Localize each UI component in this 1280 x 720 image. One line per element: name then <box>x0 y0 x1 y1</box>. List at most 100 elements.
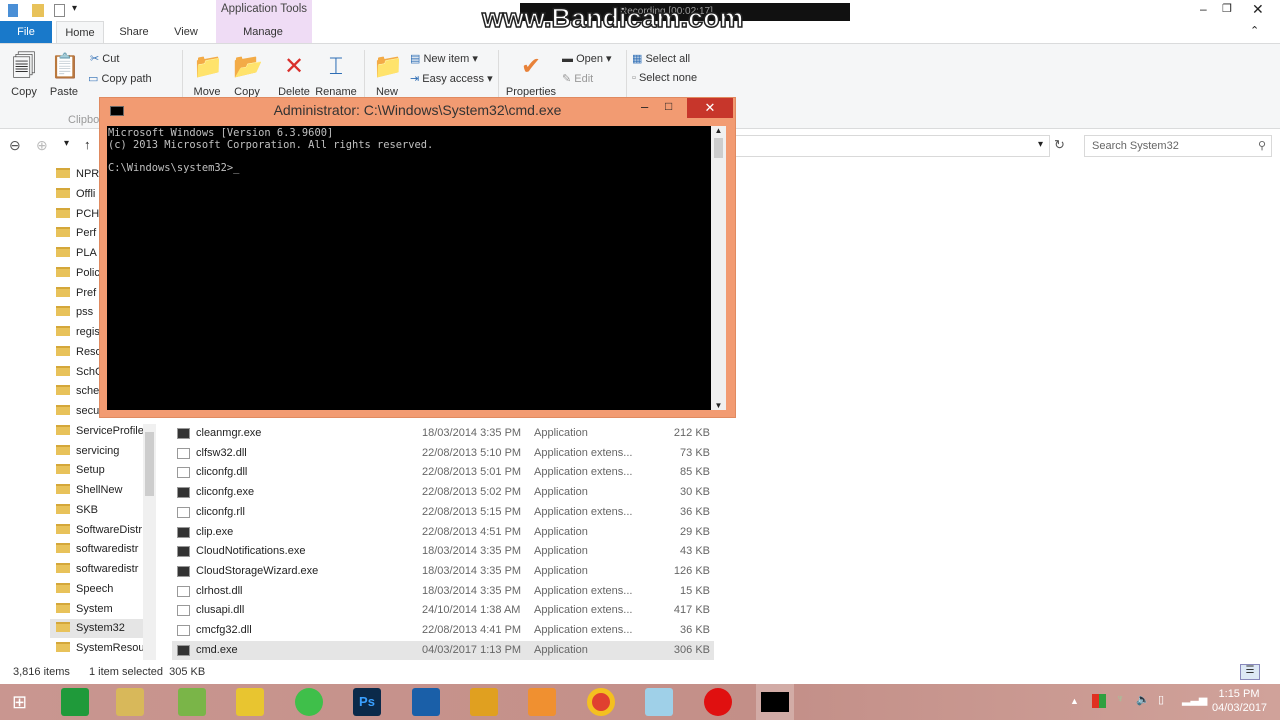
file-row[interactable]: CloudNotifications.exe 18/03/2014 3:35 PM… <box>172 542 714 561</box>
folder-icon <box>56 464 70 475</box>
open-button[interactable]: ▬ Open ▾ <box>562 52 612 65</box>
taskbar-cmd-button[interactable] <box>756 684 794 720</box>
scissors-icon: ✂ <box>90 53 100 65</box>
nav-item[interactable]: softwaredistr <box>56 540 144 559</box>
close-button[interactable]: ✕ <box>1252 1 1264 18</box>
copy-to-button[interactable]: 📂 Copy <box>230 52 264 98</box>
start-button[interactable]: ⊞ <box>12 692 27 713</box>
tab-share[interactable]: Share <box>112 21 156 43</box>
taskbar-app-icon[interactable] <box>178 688 206 716</box>
select-all-icon: ▦ <box>632 53 643 65</box>
cmd-scrollbar[interactable]: ▲ ▼ <box>711 126 726 410</box>
file-list-scrollbar[interactable] <box>1270 150 1280 670</box>
tray-network-icon[interactable]: ♆ <box>1116 693 1124 705</box>
taskbar-app5-icon[interactable] <box>645 688 673 716</box>
taskbar-app3-icon[interactable] <box>470 688 498 716</box>
up-button[interactable]: ↑ <box>84 137 91 152</box>
taskbar-file-explorer-icon[interactable] <box>116 688 144 716</box>
select-none-button[interactable]: ▫ Select none <box>632 72 697 84</box>
tab-file[interactable]: File <box>0 21 52 43</box>
details-view-button[interactable]: ☰ <box>1240 664 1260 680</box>
move-to-button[interactable]: 📁 Move <box>190 52 224 98</box>
file-row[interactable]: CloudStorageWizard.exe 18/03/2014 3:35 PM… <box>172 562 714 581</box>
nav-item[interactable]: System32 <box>50 619 150 639</box>
search-input[interactable]: Search System32 ⚲ <box>1084 135 1272 157</box>
file-row[interactable]: clfsw32.dll 22/08/2013 5:10 PM Application… <box>172 444 714 463</box>
select-all-button[interactable]: ▦ Select all <box>632 52 690 65</box>
nav-item[interactable]: servicing <box>56 442 144 461</box>
cmd-minimize-button[interactable]: – <box>641 99 648 114</box>
taskbar-store-icon[interactable] <box>61 688 89 716</box>
address-field[interactable]: ▾ <box>736 135 1050 157</box>
file-row[interactable]: clip.exe 22/08/2013 4:51 PM Application 29 … <box>172 523 714 542</box>
paste-button[interactable]: 📋 Paste <box>46 52 82 98</box>
volume-icon[interactable]: 🔈 <box>1136 693 1150 706</box>
file-row[interactable]: clusapi.dll 24/10/2014 1:38 AM Application… <box>172 601 714 620</box>
taskbar-key-icon[interactable] <box>412 688 440 716</box>
forward-button[interactable]: ⊕ <box>36 137 48 154</box>
address-dropdown-icon[interactable]: ▾ <box>1038 139 1043 150</box>
tray-app-icon[interactable] <box>1092 694 1106 708</box>
file-row[interactable]: cliconfg.rll 22/08/2013 5:15 PM Applicatio… <box>172 503 714 522</box>
easy-access-button[interactable]: ⇥ Easy access ▾ <box>410 72 493 85</box>
file-row[interactable]: cliconfg.exe 22/08/2013 5:02 PM Applicatio… <box>172 483 714 502</box>
tab-manage[interactable]: Manage <box>230 21 296 43</box>
file-size: 36 KB <box>680 505 710 518</box>
taskbar-chrome-icon[interactable] <box>587 688 615 716</box>
file-size: 15 KB <box>680 584 710 597</box>
cut-button[interactable]: ✂ Cut <box>90 52 119 65</box>
file-row[interactable]: cliconfg.dll 22/08/2013 5:01 PM Applicatio… <box>172 463 714 482</box>
console-output[interactable]: Microsoft Windows [Version 6.3.9600] (c)… <box>107 126 711 410</box>
taskbar-photoshop-icon[interactable]: Ps <box>353 688 381 716</box>
customize-dropdown-icon[interactable]: ▾ <box>72 3 77 14</box>
nav-item[interactable]: softwaredistr <box>56 560 144 579</box>
taskbar-whatsapp-icon[interactable] <box>295 688 323 716</box>
nav-item[interactable]: ShellNew <box>56 481 144 500</box>
nav-item[interactable]: SystemResou <box>56 639 144 658</box>
folder-icon <box>56 622 70 633</box>
maximize-button[interactable]: ❐ <box>1222 2 1232 15</box>
file-type: Application extens... <box>534 446 633 459</box>
power-icon[interactable]: ▯ <box>1158 693 1164 706</box>
cmd-close-button[interactable]: ✕ <box>687 98 733 118</box>
copy-path-button[interactable]: ▭ Copy path <box>88 72 152 85</box>
signal-icon[interactable]: ▂▃▅ <box>1182 693 1207 706</box>
collapse-ribbon-icon[interactable]: ⌃ <box>1250 24 1259 37</box>
nav-item[interactable]: ServiceProfiles <box>56 422 144 441</box>
file-row[interactable]: cmcfg32.dll 22/08/2013 4:41 PM Application… <box>172 621 714 640</box>
nav-item[interactable]: SKB <box>56 501 144 520</box>
tab-view[interactable]: View <box>164 21 208 43</box>
back-button[interactable]: ⊖ <box>9 137 21 154</box>
properties-button[interactable]: ✔ Properties <box>504 52 558 98</box>
cmd-maximize-button[interactable]: □ <box>665 99 672 113</box>
minimize-button[interactable]: – <box>1200 2 1207 16</box>
new-item-button[interactable]: ▤ New item ▾ <box>410 52 478 65</box>
new-folder-button[interactable]: 📁 New <box>370 52 404 98</box>
rename-button[interactable]: ⌶ Rename <box>315 52 357 98</box>
properties-icon[interactable] <box>54 4 65 17</box>
folder-icon[interactable] <box>32 4 44 17</box>
file-name: clip.exe <box>196 525 234 538</box>
nav-scrollbar[interactable] <box>143 424 156 660</box>
copy-button[interactable]: 🗐 Copy <box>6 52 42 98</box>
nav-item[interactable]: System <box>56 600 144 619</box>
nav-item[interactable]: SoftwareDistr <box>56 521 144 540</box>
file-row[interactable]: cleanmgr.exe 18/03/2014 3:35 PM Applicatio… <box>172 424 714 443</box>
open-icon: ▬ <box>562 53 573 65</box>
file-row[interactable]: clrhost.dll 18/03/2014 3:35 PM Application… <box>172 582 714 601</box>
nav-item[interactable]: Speech <box>56 580 144 599</box>
taskbar-app4-icon[interactable] <box>528 688 556 716</box>
delete-button[interactable]: ✕ Delete <box>276 52 312 98</box>
file-type: Application extens... <box>534 624 633 636</box>
show-hidden-icons[interactable]: ▲ <box>1070 696 1079 706</box>
taskbar-bandicam-icon[interactable] <box>704 688 732 716</box>
tab-home[interactable]: Home <box>56 21 104 43</box>
refresh-icon[interactable]: ↻ <box>1054 137 1065 153</box>
nav-item[interactable]: Setup <box>56 461 144 480</box>
edit-button[interactable]: ✎ Edit <box>562 72 593 85</box>
file-row[interactable]: cmd.exe 04/03/2017 1:13 PM Application 306 … <box>172 640 714 660</box>
taskbar-app2-icon[interactable] <box>236 688 264 716</box>
clock[interactable]: 1:15 PM 04/03/2017 <box>1212 687 1267 715</box>
folder-icon <box>56 168 70 178</box>
recent-locations-icon[interactable]: ▾ <box>64 138 69 149</box>
